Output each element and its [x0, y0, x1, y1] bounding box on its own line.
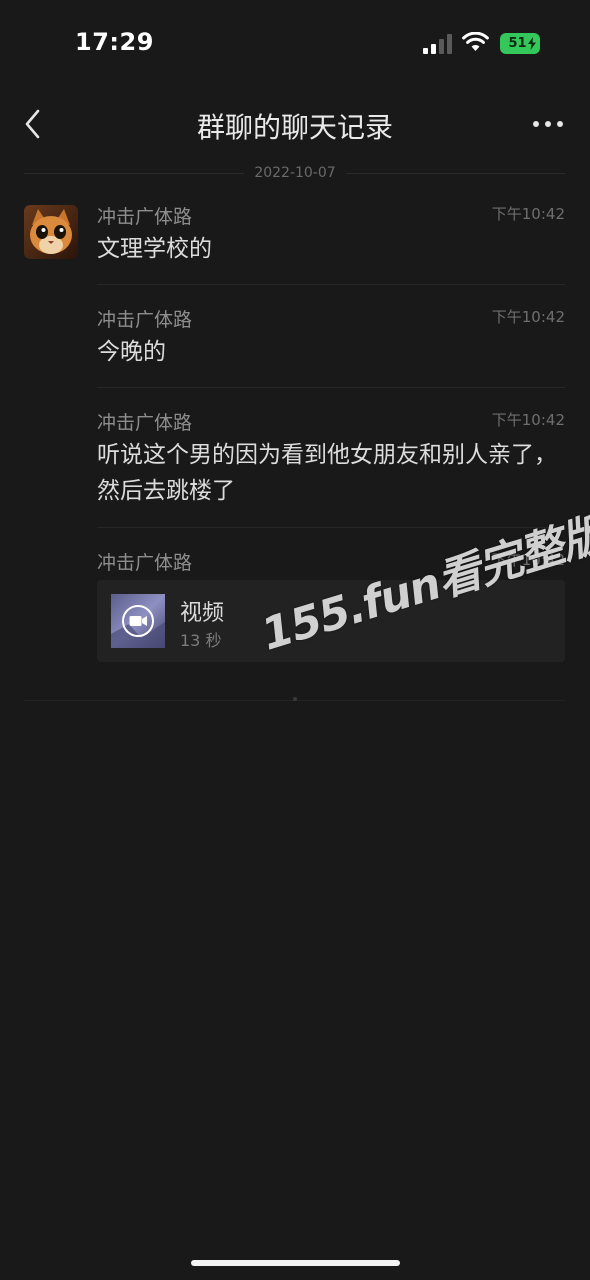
video-play-icon — [111, 594, 165, 648]
message-divider — [97, 284, 565, 285]
video-title: 视频 — [180, 601, 225, 626]
message-text[interactable]: 文理学校的 — [97, 231, 565, 267]
navigation-bar: 群聊的聊天记录 — [0, 88, 590, 160]
message-divider — [97, 387, 565, 388]
cat-avatar-icon — [24, 205, 78, 259]
message-time: 下午10:42 — [491, 308, 565, 326]
message-item: 冲击广体路 下午10:42 文理学校的 — [97, 202, 565, 274]
back-button[interactable] — [18, 104, 52, 144]
sender-name: 冲击广体路 — [97, 552, 193, 574]
charging-bolt-icon — [528, 37, 536, 50]
more-button[interactable] — [528, 110, 568, 138]
message-time: 下午10:42 — [491, 411, 565, 429]
sender-name: 冲击广体路 — [97, 206, 193, 228]
message-item: 冲击广体路 下午10:42 今晚的 — [97, 305, 565, 377]
video-duration: 13 秒 — [180, 631, 222, 650]
message-text[interactable]: 听说这个男的因为看到他女朋友和别人亲了，然后去跳楼了 — [97, 437, 565, 509]
cellular-signal-icon — [423, 34, 452, 54]
page-title: 群聊的聊天记录 — [196, 111, 393, 144]
sender-name: 冲击广体路 — [97, 412, 193, 434]
battery-level: 51 — [508, 36, 527, 51]
date-divider: 2022-10-07 — [0, 164, 590, 184]
sender-name: 冲击广体路 — [97, 309, 193, 331]
video-thumbnail — [111, 594, 165, 648]
home-indicator[interactable] — [191, 1260, 400, 1266]
battery-indicator: 51 — [500, 33, 540, 54]
status-time: 17:29 — [75, 28, 154, 56]
more-dots-icon — [533, 121, 563, 127]
chevron-left-icon — [25, 109, 40, 139]
message-text[interactable]: 今晚的 — [97, 334, 565, 370]
message-item: 冲击广体路 下午10:42 听说这个男的因为看到他女朋友和别人亲了，然后去跳楼了 — [97, 408, 565, 518]
date-divider-line-right — [346, 173, 565, 174]
list-end-dot — [293, 697, 297, 701]
chat-history-screen: 17:29 51 群聊的聊天记录 2022-10-07 冲击广体路 下午10:4… — [0, 0, 590, 1280]
avatar[interactable] — [24, 205, 78, 259]
status-bar: 17:29 51 — [0, 0, 590, 88]
message-time: 下午10:42 — [491, 205, 565, 223]
wifi-icon — [462, 32, 489, 51]
